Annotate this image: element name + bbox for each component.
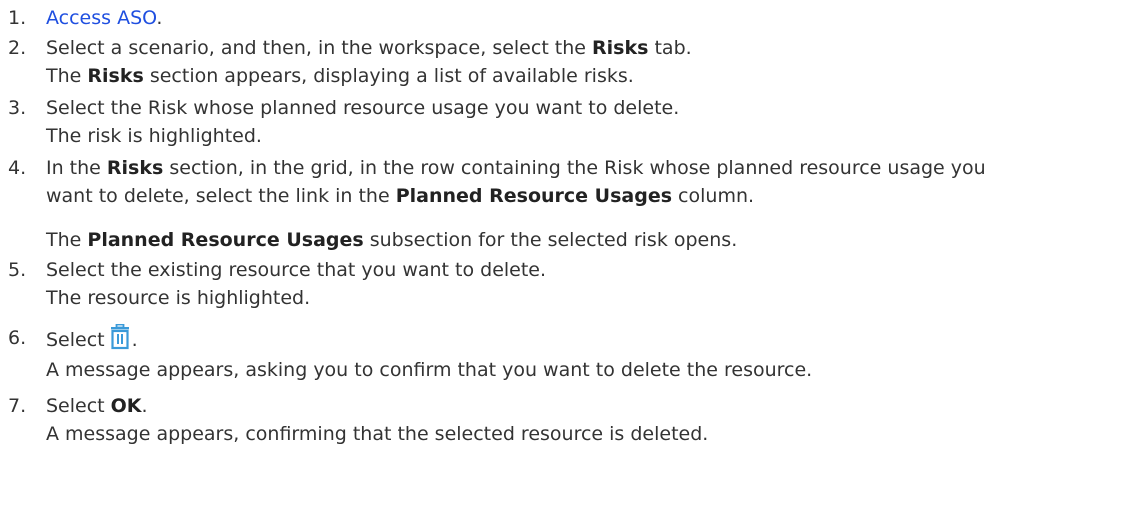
step-result: The resource is highlighted. <box>46 287 311 309</box>
step-result: The Risks section appears, displaying a … <box>46 65 634 87</box>
step-instruction-cont: want to delete, select the link in the P… <box>46 185 755 207</box>
step-instruction: Select OK. <box>46 395 148 417</box>
step-number: 1. <box>8 7 27 29</box>
step-result: A message appears, confirming that the s… <box>46 423 709 445</box>
step-instruction: Select the existing resource that you wa… <box>46 259 547 281</box>
step-number: 5. <box>8 259 27 281</box>
access-aso-link[interactable]: Access ASO <box>46 7 156 29</box>
step-result: The Planned Resource Usages subsection f… <box>46 229 738 251</box>
step-instruction: Select . <box>46 323 138 354</box>
step-instruction: Select a scenario, and then, in the work… <box>46 37 692 59</box>
step-result: A message appears, asking you to confirm… <box>46 359 813 381</box>
step-text: Access ASO. <box>46 7 163 29</box>
step-result: The risk is highlighted. <box>46 125 262 147</box>
step-instruction: In the Risks section, in the grid, in th… <box>46 157 986 179</box>
trash-icon <box>108 323 132 350</box>
step-number: 7. <box>8 395 27 417</box>
step-number: 6. <box>8 327 27 349</box>
step-number: 4. <box>8 157 27 179</box>
step-number: 3. <box>8 97 27 119</box>
step-instruction: Select the Risk whose planned resource u… <box>46 97 680 119</box>
step-number: 2. <box>8 37 27 59</box>
